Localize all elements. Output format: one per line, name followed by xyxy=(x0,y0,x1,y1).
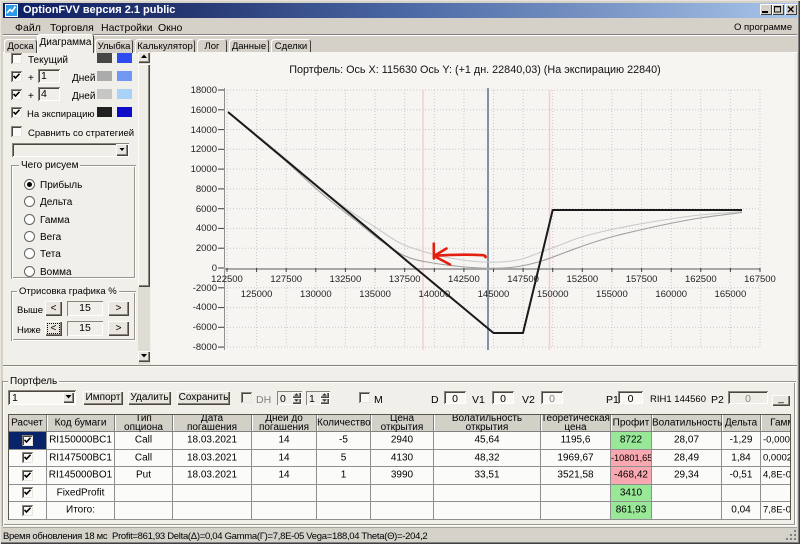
svg-text:150000: 150000 xyxy=(537,289,569,300)
svg-text:167500: 167500 xyxy=(744,274,776,285)
svg-text:16000: 16000 xyxy=(191,105,217,116)
svg-text:162500: 162500 xyxy=(685,274,717,285)
svg-text:165000: 165000 xyxy=(715,289,747,300)
svg-text:157500: 157500 xyxy=(626,274,658,285)
svg-text:132500: 132500 xyxy=(330,274,362,285)
svg-text:12000: 12000 xyxy=(191,144,217,155)
svg-text:127500: 127500 xyxy=(270,274,302,285)
svg-text:122500: 122500 xyxy=(211,274,243,285)
svg-text:130000: 130000 xyxy=(300,289,332,300)
svg-text:142500: 142500 xyxy=(448,274,480,285)
svg-text:14000: 14000 xyxy=(191,125,217,136)
svg-text:8000: 8000 xyxy=(196,184,217,195)
svg-text:Портфель: Ось X: 115630 Ось: Портфель: Ось X: 115630 Ось Y: (+1 дн. 2… xyxy=(289,64,661,76)
svg-text:137500: 137500 xyxy=(389,274,421,285)
svg-text:152500: 152500 xyxy=(566,274,598,285)
svg-text:135000: 135000 xyxy=(359,289,391,300)
svg-text:-8000: -8000 xyxy=(193,342,217,353)
svg-text:145000: 145000 xyxy=(478,289,510,300)
svg-text:-6000: -6000 xyxy=(193,322,217,333)
svg-text:155000: 155000 xyxy=(596,289,628,300)
svg-text:0: 0 xyxy=(212,263,217,274)
svg-text:125000: 125000 xyxy=(241,289,273,300)
svg-text:18000: 18000 xyxy=(191,85,217,96)
svg-text:-4000: -4000 xyxy=(193,302,217,313)
svg-text:160000: 160000 xyxy=(655,289,687,300)
svg-text:4000: 4000 xyxy=(196,223,217,234)
svg-text:2000: 2000 xyxy=(196,243,217,254)
svg-text:10000: 10000 xyxy=(191,164,217,175)
svg-text:140000: 140000 xyxy=(418,289,450,300)
svg-text:6000: 6000 xyxy=(196,204,217,215)
